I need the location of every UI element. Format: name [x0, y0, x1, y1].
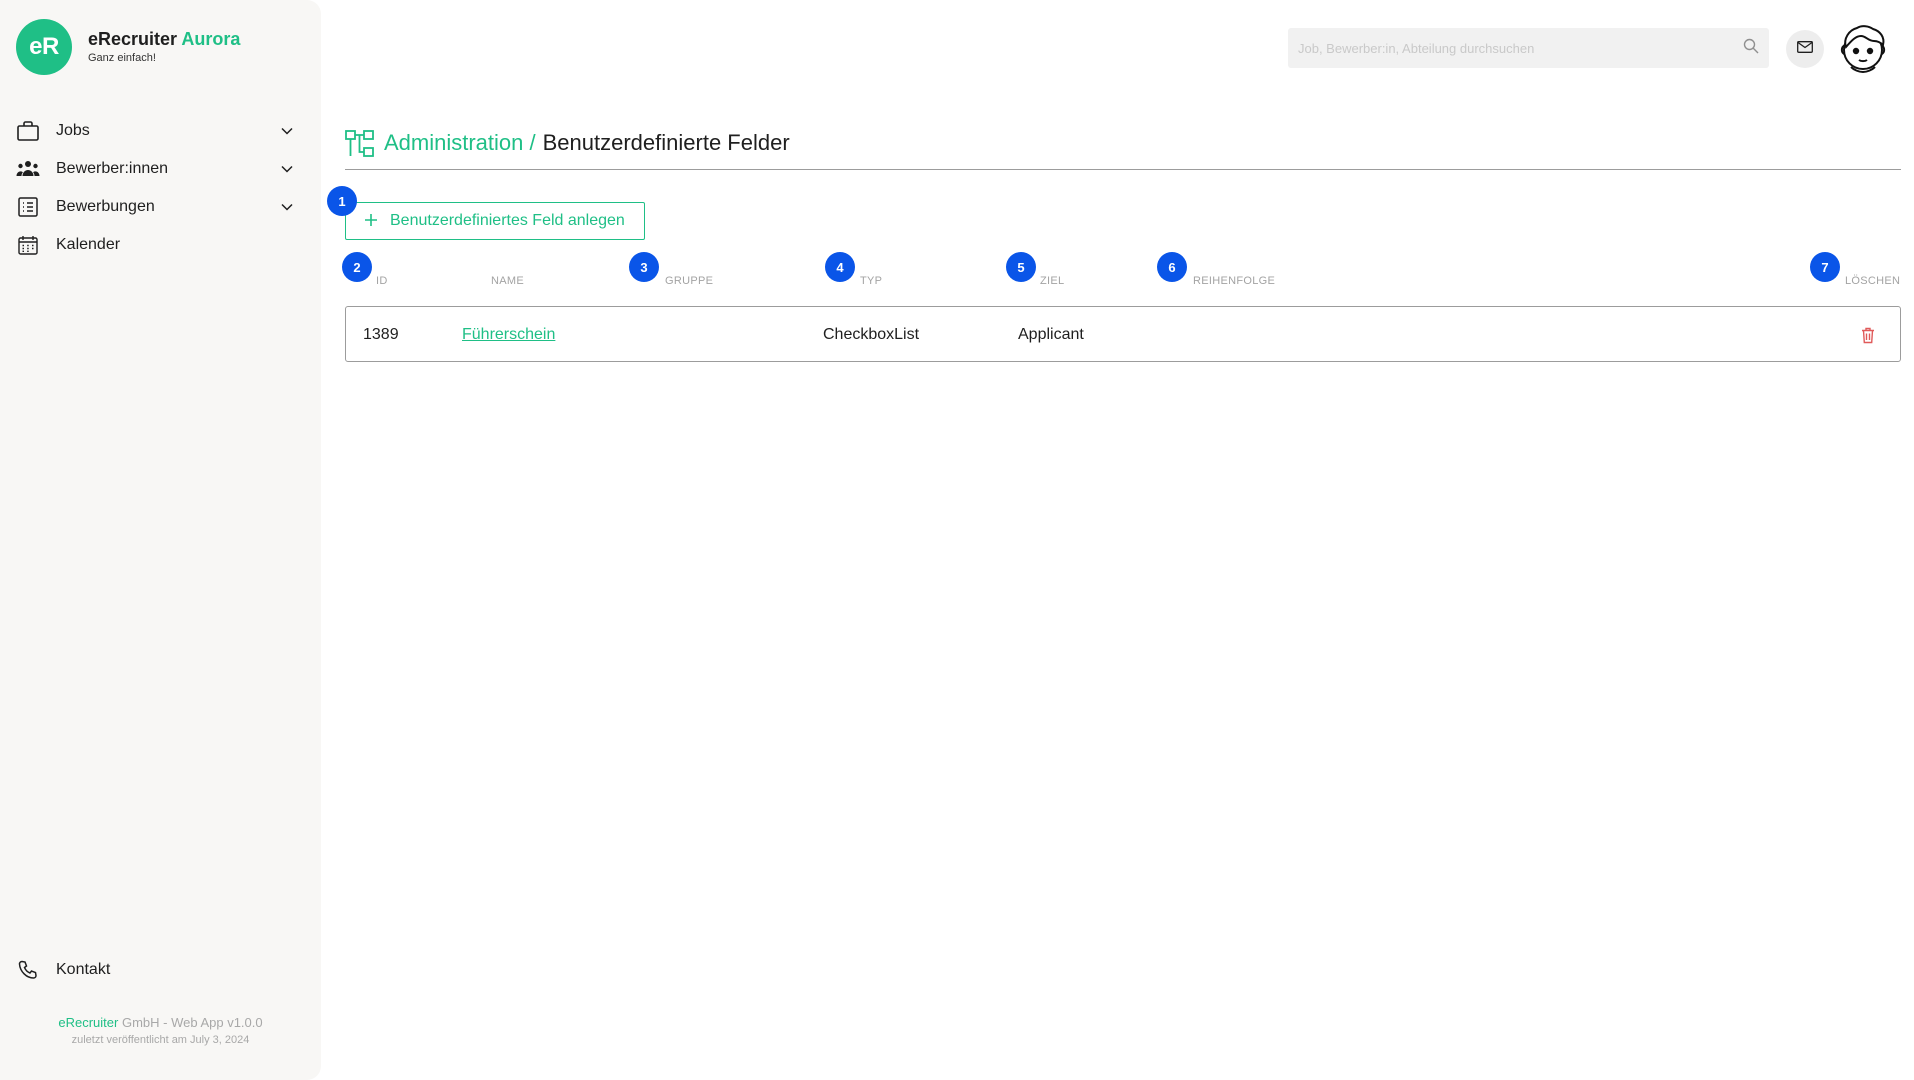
chevron-down-icon[interactable]: [279, 161, 295, 177]
sidebar-item-jobs[interactable]: Jobs: [0, 112, 321, 150]
sidebar-nav: Jobs Bewerber:innen Bewerbungen Kalender: [0, 112, 321, 264]
hierarchy-icon: [345, 130, 375, 158]
column-header-ziel[interactable]: ZIEL: [1040, 275, 1064, 287]
annotation-badge: 5: [1006, 252, 1036, 282]
brand-logo: eR: [16, 19, 72, 75]
annotation-badge: 7: [1810, 252, 1840, 282]
brand[interactable]: eR eRecruiter Aurora Ganz einfach!: [16, 19, 240, 75]
search-input[interactable]: [1298, 40, 1743, 56]
plus-icon: [364, 212, 378, 230]
chevron-down-icon[interactable]: [279, 199, 295, 215]
column-header-reihenfolge[interactable]: REIHENFOLGE: [1193, 275, 1275, 287]
footer-company[interactable]: eRecruiter: [58, 1015, 118, 1030]
sidebar-item-kontakt[interactable]: Kontakt: [0, 951, 321, 989]
delete-button[interactable]: [1858, 324, 1878, 346]
annotation-badge: 1: [327, 186, 357, 216]
column-header-id[interactable]: ID: [376, 275, 388, 287]
brand-name-accent: Aurora: [181, 29, 241, 49]
cell-name-link[interactable]: Führerschein: [462, 325, 555, 345]
footer-version-text: GmbH - Web App v1.0.0: [118, 1015, 263, 1030]
brand-title: eRecruiter Aurora: [88, 28, 240, 50]
footer-version: eRecruiter GmbH - Web App v1.0.0: [0, 1014, 321, 1032]
annotation-badge: 3: [629, 252, 659, 282]
add-button-label: Benutzerdefiniertes Feld anlegen: [390, 212, 625, 229]
page-title: Benutzerdefinierte Felder: [542, 130, 790, 155]
cell-id: 1389: [363, 326, 399, 343]
sidebar-item-label: Jobs: [56, 122, 90, 139]
search-bar: [1288, 28, 1769, 68]
cell-typ: CheckboxList: [823, 326, 920, 343]
annotation-badge: 2: [342, 252, 372, 282]
column-header-gruppe[interactable]: GRUPPE: [665, 275, 713, 287]
brand-text: eRecruiter Aurora Ganz einfach!: [88, 28, 240, 66]
sidebar-contact: Kontakt: [0, 951, 321, 989]
search-icon[interactable]: [1743, 38, 1759, 59]
table-row: 1389 Führerschein CheckboxList Applicant: [345, 306, 1901, 362]
sidebar-item-label: Bewerbungen: [56, 198, 155, 215]
sidebar-item-label: Bewerber:innen: [56, 160, 169, 177]
column-header-name[interactable]: NAME: [491, 275, 524, 287]
briefcase-icon: [16, 119, 40, 143]
column-header-loeschen: LÖSCHEN: [1845, 275, 1901, 287]
annotation-badge: 6: [1157, 252, 1187, 282]
sidebar-item-bewerber[interactable]: Bewerber:innen: [0, 150, 321, 188]
page-header: Administration / Benutzerdefinierte Feld…: [345, 128, 1901, 170]
sidebar-item-label: Kalender: [56, 236, 121, 253]
avatar[interactable]: [1838, 23, 1888, 74]
mail-icon: [1797, 40, 1813, 58]
sidebar-item-label: Kontakt: [56, 961, 111, 978]
column-header-typ[interactable]: TYP: [860, 275, 882, 287]
list-document-icon: [16, 195, 40, 219]
trash-icon: [1862, 327, 1874, 343]
sidebar-item-kalender[interactable]: Kalender: [0, 226, 321, 264]
people-icon: [16, 157, 40, 181]
messages-button[interactable]: [1786, 30, 1824, 68]
cell-ziel: Applicant: [1018, 326, 1084, 343]
brand-name: eRecruiter: [88, 29, 178, 49]
brand-tagline: Ganz einfach!: [88, 52, 156, 64]
chevron-down-icon[interactable]: [279, 123, 295, 139]
sidebar-item-bewerbungen[interactable]: Bewerbungen: [0, 188, 321, 226]
phone-icon: [16, 958, 40, 982]
add-custom-field-button[interactable]: Benutzerdefiniertes Feld anlegen: [345, 202, 645, 240]
calendar-icon: [16, 233, 40, 257]
sidebar: eR eRecruiter Aurora Ganz einfach! Jobs …: [0, 0, 321, 1080]
footer-published: zuletzt veröffentlicht am July 3, 2024: [71, 1034, 250, 1046]
sidebar-footer: eRecruiter GmbH - Web App v1.0.0 zuletzt…: [0, 1014, 321, 1048]
annotation-badge: 4: [825, 252, 855, 282]
breadcrumb-administration[interactable]: Administration /: [384, 128, 536, 158]
